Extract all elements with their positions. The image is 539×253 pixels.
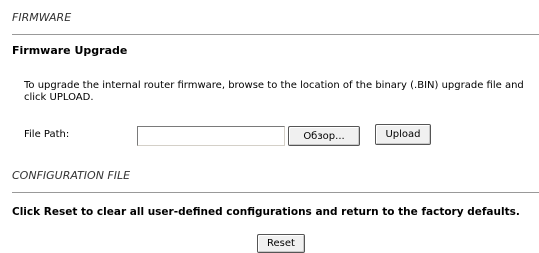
reset-button[interactable]: Reset: [257, 234, 305, 253]
firmware-upgrade-title: Firmware Upgrade: [12, 44, 128, 57]
firmware-upgrade-description: To upgrade the internal router firmware,…: [24, 80, 524, 103]
configuration-section-title: CONFIGURATION FILE: [12, 169, 131, 182]
file-path-input[interactable]: [137, 126, 285, 146]
firmware-section-title: FIRMWARE: [12, 11, 72, 24]
firmware-section-divider: [12, 34, 539, 35]
file-path-label: File Path:: [24, 129, 70, 140]
upload-button[interactable]: Upload: [375, 124, 431, 145]
browse-button[interactable]: Обзор...: [288, 126, 360, 146]
reset-notice: Click Reset to clear all user-defined co…: [12, 206, 520, 218]
configuration-section-divider: [12, 192, 539, 193]
